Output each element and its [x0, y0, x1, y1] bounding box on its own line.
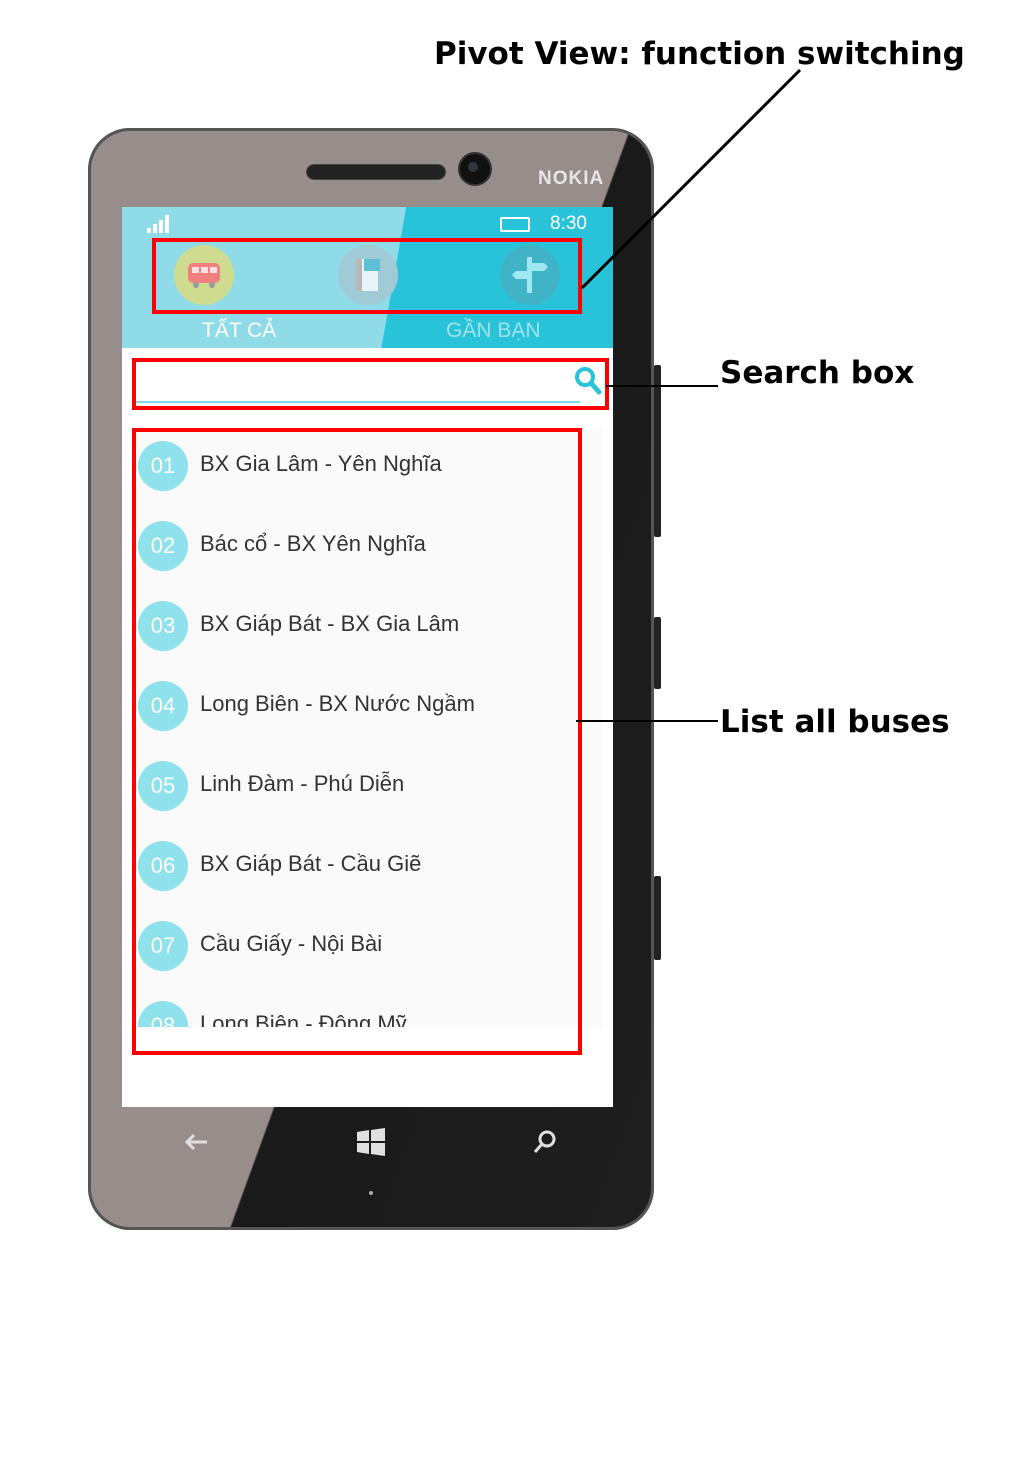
annotation-pointer-lines [576, 68, 802, 722]
